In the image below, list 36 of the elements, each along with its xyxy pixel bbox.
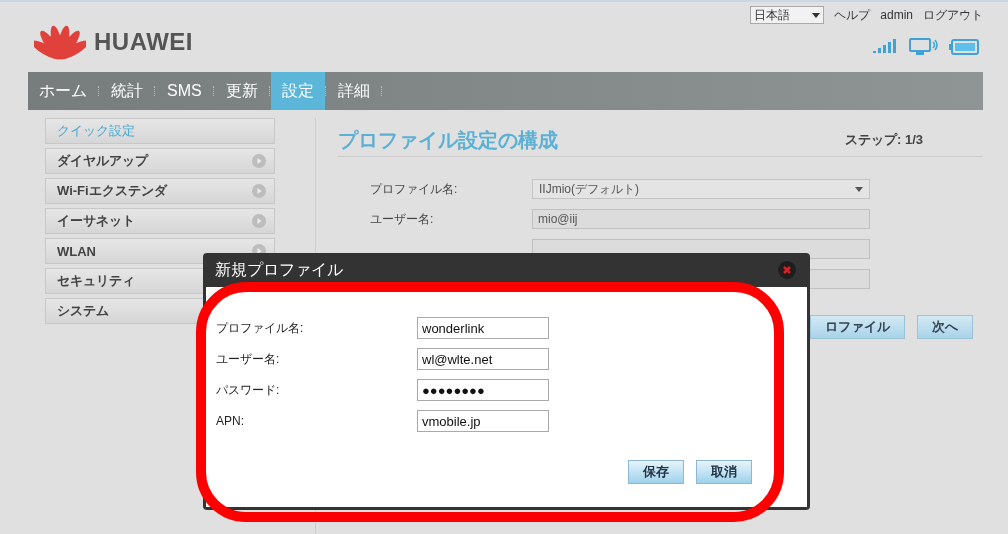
header-link[interactable]: ヘルプ bbox=[834, 6, 871, 24]
header-link[interactable]: admin bbox=[880, 8, 913, 22]
dialog-button[interactable]: 取消 bbox=[696, 460, 752, 484]
caret-icon bbox=[855, 186, 863, 192]
sidebar-item[interactable]: Wi-Fiエクステンダ bbox=[45, 178, 275, 204]
input-field[interactable]: wonderlink bbox=[417, 317, 549, 339]
input-field[interactable]: ●●●●●●●● bbox=[417, 379, 549, 401]
nav-tab[interactable]: ホーム bbox=[28, 72, 98, 110]
nav-tab[interactable]: SMS bbox=[156, 72, 213, 110]
page-button[interactable]: 次へ bbox=[917, 315, 973, 339]
profile-select[interactable]: IIJmio(デフォルト) bbox=[532, 179, 870, 199]
field-label: ユーザー名: bbox=[216, 350, 281, 368]
input-field[interactable]: mio@iij bbox=[532, 209, 870, 229]
logo-text: HUAWEI bbox=[94, 28, 193, 56]
nav-tab[interactable]: 統計 bbox=[100, 72, 154, 110]
monitor-icon bbox=[909, 38, 939, 56]
field-label: ユーザー名: bbox=[370, 210, 435, 228]
input-field[interactable]: vmobile.jp bbox=[417, 410, 549, 432]
page-button[interactable]: ロファイル bbox=[810, 315, 905, 339]
dialog-button[interactable]: 保存 bbox=[628, 460, 684, 484]
sidebar-item[interactable]: ダイヤルアップ bbox=[45, 148, 275, 174]
caret-icon bbox=[812, 12, 821, 18]
input-field[interactable]: wl@wlte.net bbox=[417, 348, 549, 370]
field-label: パスワード: bbox=[216, 381, 281, 399]
field-label: APN: bbox=[216, 413, 245, 430]
sidebar-item[interactable]: イーサネット bbox=[45, 208, 275, 234]
language-select[interactable]: 日本語 bbox=[750, 6, 825, 24]
step-indicator: ステップ: 1/3 bbox=[845, 131, 923, 149]
header-link[interactable]: ログアウト bbox=[923, 6, 983, 24]
close-icon[interactable] bbox=[778, 261, 796, 279]
nav-tab[interactable]: 更新 bbox=[214, 72, 269, 110]
page-title: プロファイル設定の構成 bbox=[338, 127, 558, 153]
battery-icon bbox=[949, 39, 979, 55]
field-label: プロファイル名: bbox=[370, 180, 459, 198]
signal-icon bbox=[873, 39, 899, 55]
nav-tab[interactable]: 詳細 bbox=[326, 72, 381, 110]
